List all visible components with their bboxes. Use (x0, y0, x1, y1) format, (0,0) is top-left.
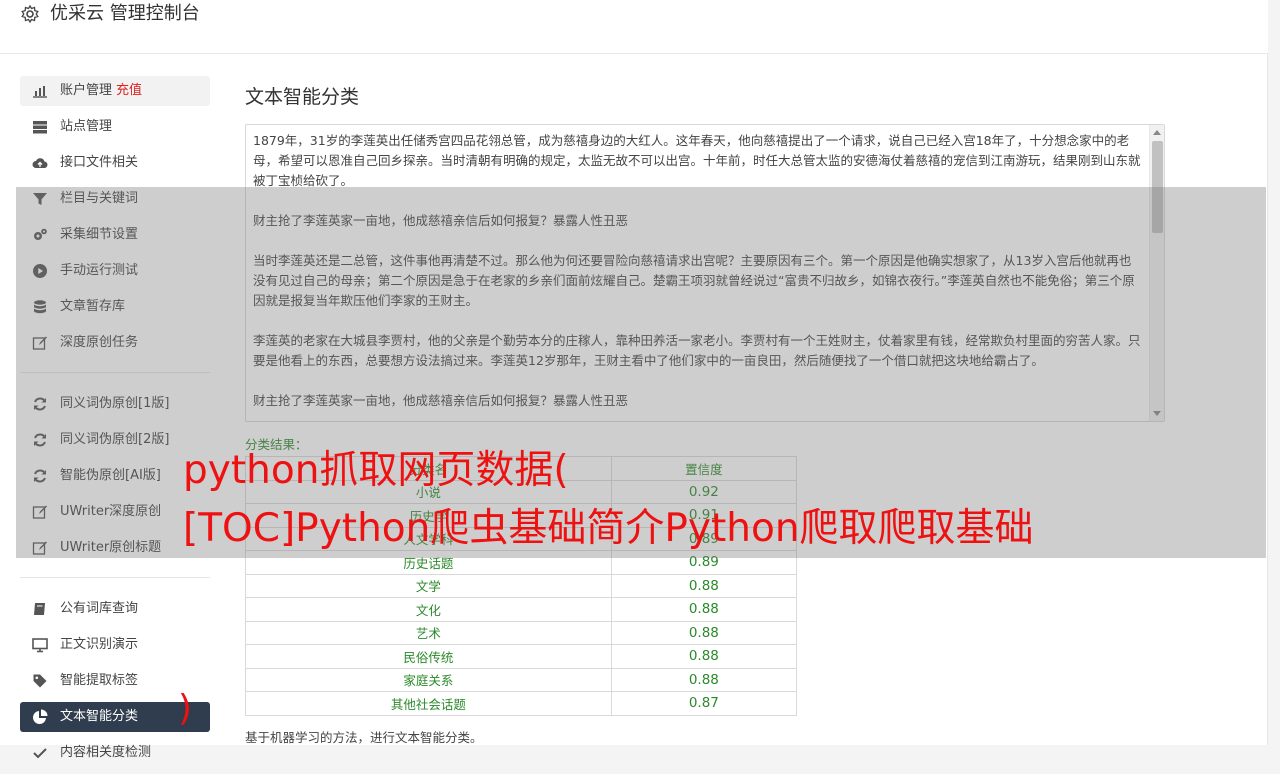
nav-label: 文本智能分类 (60, 709, 139, 724)
confidence-cell: 0.88 (610, 620, 798, 645)
table-row: 民俗传统 0.88 (245, 644, 798, 669)
confidence-cell: 0.88 (610, 667, 798, 692)
overlay-title-line-3: ) (178, 688, 193, 729)
confidence-cell: 0.88 (610, 597, 798, 622)
scroll-up-arrow-icon[interactable] (1153, 130, 1161, 135)
nav-label: 正文识别演示 (60, 637, 139, 652)
tag-icon (33, 674, 47, 688)
page-title: 文本智能分类 (245, 86, 360, 108)
server-icon (33, 121, 47, 134)
table-row: 文化 0.88 (245, 597, 798, 622)
top-header: 优采云 管理控制台 (0, 0, 1268, 54)
category-cell: 家庭关系 (245, 667, 612, 692)
pie-chart-icon (33, 709, 48, 724)
app-title: 优采云 管理控制台 (50, 3, 200, 24)
overlay-title-line-2: [TOC]Python爬虫基础简介Python爬取爬取基础 (183, 506, 1034, 551)
nav-relevance-check[interactable]: 内容相关度检测 (20, 738, 210, 768)
confidence-cell: 0.87 (610, 691, 798, 716)
nav-label: 智能提取标签 (60, 673, 139, 688)
text-paragraph: 1879年，31岁的李莲英出任储秀宫四品花翎总管，成为慈禧身边的大红人。这年春天… (253, 133, 1141, 188)
confidence-cell: 0.88 (610, 644, 798, 669)
nav-account[interactable]: 账户管理 充值 (20, 76, 210, 106)
book-icon (34, 603, 45, 615)
category-cell: 其他社会话题 (245, 691, 612, 716)
nav-label: 内容相关度检测 (60, 745, 152, 760)
bar-chart-icon (33, 86, 47, 98)
watermark-overlay-band (16, 187, 1266, 558)
nav-label: 账户管理 (60, 83, 113, 98)
nav-api-files[interactable]: 接口文件相关 (20, 148, 210, 178)
category-cell: 民俗传统 (245, 644, 612, 669)
nav-public-dict[interactable]: 公有词库查询 (20, 594, 210, 624)
recharge-link[interactable]: 充值 (116, 83, 142, 98)
monitor-icon (32, 638, 48, 653)
sidebar-divider (20, 577, 210, 578)
nav-label: 接口文件相关 (60, 155, 139, 170)
category-cell: 艺术 (245, 620, 612, 645)
overlay-title-line-1: python抓取网页数据( (183, 448, 569, 493)
table-row: 其他社会话题 0.87 (245, 691, 798, 716)
nav-site[interactable]: 站点管理 (20, 112, 210, 142)
table-row: 家庭关系 0.88 (245, 667, 798, 692)
check-icon (33, 748, 47, 759)
category-cell: 文学 (245, 573, 612, 598)
table-row: 艺术 0.88 (245, 620, 798, 645)
category-cell: 文化 (245, 597, 612, 622)
nav-label: 公有词库查询 (60, 601, 139, 616)
confidence-cell: 0.88 (610, 573, 798, 598)
nav-body-detect[interactable]: 正文识别演示 (20, 630, 210, 660)
cloud-upload-icon (32, 158, 48, 169)
table-row: 文学 0.88 (245, 573, 798, 598)
nav-label: 站点管理 (60, 119, 113, 134)
method-footnote: 基于机器学习的方法，进行文本智能分类。 (245, 730, 483, 745)
gear-icon[interactable] (20, 4, 40, 24)
